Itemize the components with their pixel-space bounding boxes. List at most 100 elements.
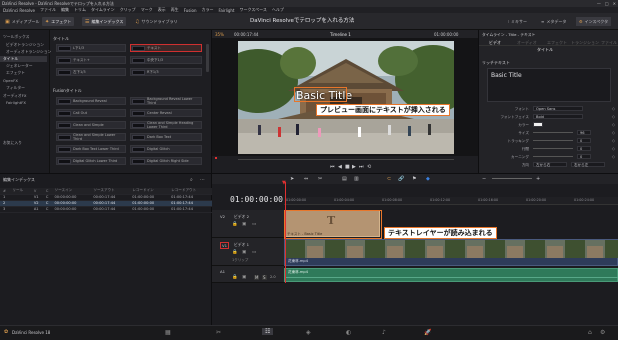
size-slider[interactable] — [533, 132, 573, 133]
zoom-out-icon[interactable]: − — [482, 176, 486, 182]
mixer-button[interactable]: ⫶ ミキサー — [505, 17, 530, 26]
timeline-playhead[interactable] — [285, 182, 286, 283]
track-header-v2[interactable]: V2 ビデオ 2 🔒 ▣ ▭ — [212, 210, 284, 238]
title-item-text[interactable]: テキスト — [130, 44, 202, 52]
text-input[interactable]: Basic Title — [487, 68, 611, 102]
direction-select-2[interactable]: 右から左 — [571, 162, 605, 167]
home-icon[interactable]: ⌂ — [588, 329, 592, 336]
tree-video-transitions[interactable]: ビデオトランジション — [6, 42, 44, 48]
font-style-select[interactable]: Bold — [533, 114, 583, 119]
keyframe-icon[interactable]: ◇ — [612, 154, 615, 159]
track-id[interactable]: V1 — [220, 242, 230, 249]
keyframe-icon[interactable]: ◇ — [612, 106, 615, 111]
lock-icon[interactable]: 🔒 — [232, 250, 238, 255]
tracking-value[interactable]: 0 — [577, 138, 591, 143]
color-page-icon[interactable]: ◐ — [346, 329, 351, 336]
play-reverse-icon[interactable]: ◀ — [338, 164, 342, 170]
cut-page-icon[interactable]: ✂ — [216, 329, 221, 336]
close-button[interactable]: ✕ — [613, 1, 616, 6]
subtab-title[interactable]: タイトル — [537, 47, 553, 53]
track-name[interactable]: ビデオ 2 — [234, 214, 249, 220]
overwrite-clip-icon[interactable]: ▥ — [354, 176, 359, 182]
fusion-title-item[interactable]: Background Reveal Lower Third — [130, 97, 202, 105]
auto-select-icon[interactable]: ▣ — [242, 222, 246, 227]
fusion-title-item[interactable]: Clean and Simple — [56, 121, 126, 129]
zoom-level[interactable]: 35% — [215, 32, 224, 37]
track-volume[interactable]: 2.0 — [270, 275, 276, 279]
keyframe-icon[interactable]: ◇ — [612, 138, 615, 143]
fusion-title-item[interactable]: Clean and Simple Lower Third — [56, 133, 126, 141]
edit-index-button[interactable]: ☰ 編集インデックス — [82, 17, 127, 26]
fusion-title-item[interactable]: Digital Glitch Right Side — [130, 157, 202, 165]
zoom-in-icon[interactable]: + — [536, 176, 540, 182]
sound-library-button[interactable]: ♫ サウンドライブラリ — [132, 17, 180, 26]
effects-scrollbar[interactable] — [206, 44, 209, 72]
mute-button[interactable]: M — [254, 275, 260, 280]
track-name[interactable]: ビデオ 1 — [234, 242, 249, 248]
tab-video[interactable]: ビデオ — [489, 40, 501, 46]
title-item[interactable]: 中央下1/3 — [130, 56, 202, 64]
media-pool-button[interactable]: ▣ メディアプール — [2, 17, 42, 26]
direction-select[interactable]: 左から右 — [533, 162, 567, 167]
tree-audio-fx[interactable]: オーディオFX — [3, 93, 27, 99]
blade-tool-icon[interactable]: ✂ — [318, 176, 322, 182]
tracking-slider[interactable] — [533, 140, 573, 141]
keyframe-icon[interactable]: ◇ — [612, 122, 615, 127]
fusion-title-item[interactable]: Digital Glitch Lower Third — [56, 157, 126, 165]
tree-generators[interactable]: ジェネレーター — [6, 63, 33, 69]
inspector-button[interactable]: ⚙ インスペクタ — [576, 17, 612, 26]
kerning-slider[interactable] — [533, 156, 573, 157]
playhead-handle-icon[interactable]: ▼ — [282, 180, 286, 186]
fusion-title-item[interactable]: Call Out — [56, 109, 126, 117]
tree-favorites[interactable]: お気に入り — [3, 140, 22, 146]
effects-button[interactable]: ✦ エフェクト — [42, 17, 75, 26]
lock-icon[interactable]: 🔒 — [232, 222, 238, 227]
tree-toolbox[interactable]: ツールボックス — [3, 34, 29, 40]
tree-audio-transitions[interactable]: オーディオトランジション — [6, 49, 51, 55]
trim-tool-icon[interactable]: ⇔ — [304, 176, 308, 182]
title-item[interactable]: R下1/3 — [130, 68, 202, 76]
deliver-page-icon[interactable]: 🚀 — [424, 329, 431, 336]
menu-item-fusion[interactable]: Fusion — [184, 8, 197, 13]
title-item[interactable]: テキスト+ — [56, 56, 126, 64]
skip-start-icon[interactable]: ⏮ — [330, 164, 335, 170]
search-icon[interactable]: ⌕ — [190, 177, 193, 183]
insert-clip-icon[interactable]: ▤ — [342, 176, 347, 182]
tree-titles[interactable]: タイトル — [0, 56, 47, 62]
viewer-scrubber[interactable] — [238, 159, 454, 160]
media-page-icon[interactable]: ▦ — [165, 329, 171, 336]
metadata-button[interactable]: ≡ メタデータ — [538, 17, 569, 26]
minimize-button[interactable]: — — [597, 1, 601, 6]
fusion-title-item[interactable]: Digital Glitch — [130, 145, 202, 153]
tree-effects[interactable]: エフェクト — [6, 70, 25, 76]
tab-audio[interactable]: オーディオ — [517, 40, 537, 46]
keyframe-icon[interactable]: ◇ — [612, 146, 615, 151]
audio-clip[interactable]: 花東林.mp4 — [284, 268, 618, 282]
tab-transition[interactable]: トランジション — [571, 40, 599, 46]
flag-icon[interactable]: ⚑ — [412, 176, 416, 182]
font-select[interactable]: Open Sans — [533, 106, 583, 111]
color-swatch[interactable] — [533, 122, 543, 127]
link-icon[interactable]: 🔗 — [398, 176, 404, 182]
menu-item-fairlight[interactable]: Fairlight — [218, 8, 234, 13]
stop-icon[interactable]: ■ — [345, 164, 350, 170]
tree-openfx[interactable]: OpenFX — [3, 78, 18, 83]
maximize-button[interactable]: □ — [605, 1, 609, 6]
track-header-a1[interactable]: A1 🔒 ▣ M S 2.0 — [212, 266, 284, 283]
video-clip[interactable]: 花東林.mp4 — [284, 239, 618, 266]
menu-item-davinci[interactable]: DaVinci Resolve — [3, 8, 35, 13]
fusion-title-item[interactable]: Center Reveal — [130, 109, 202, 117]
timeline-ruler[interactable]: 01:00:00:00 01:00:04:00 01:00:08:00 01:0… — [284, 197, 618, 205]
tab-file[interactable]: ファイル — [601, 40, 617, 46]
solo-button[interactable]: S — [262, 275, 267, 280]
auto-select-icon[interactable]: ▣ — [242, 275, 246, 280]
options-icon[interactable]: ⋯ — [200, 177, 205, 183]
marker-icon[interactable]: ◆ — [426, 176, 430, 182]
auto-select-icon[interactable]: ▣ — [242, 250, 246, 255]
fusion-title-item[interactable]: Clean and Simple Heading Lower Third — [130, 121, 202, 129]
lock-icon[interactable]: 🔒 — [232, 275, 238, 280]
skip-end-icon[interactable]: ⏭ — [359, 164, 364, 170]
line-spacing-value[interactable]: 0 — [577, 146, 591, 151]
track-header-v1[interactable]: V1 ビデオ 1 🔒 ▣ ▭ 1クリップ — [212, 238, 284, 266]
timeline-name[interactable]: Timeline 1 — [330, 32, 351, 37]
